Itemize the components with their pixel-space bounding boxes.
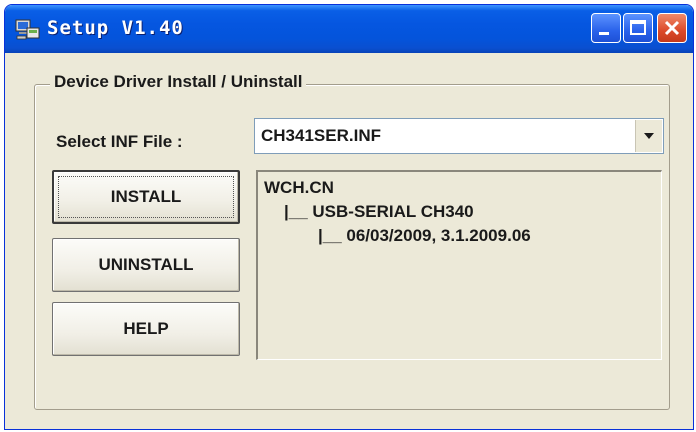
tree-device: |__ USB-SERIAL CH340 [284, 202, 474, 221]
setup-computer-icon [15, 17, 41, 41]
tree-vendor: WCH.CN [264, 178, 334, 197]
chevron-down-icon [644, 133, 654, 139]
minimize-button[interactable] [591, 13, 621, 43]
uninstall-button[interactable]: UNINSTALL [52, 238, 240, 292]
close-icon [664, 20, 680, 36]
tree-driver-version: |__ 06/03/2009, 3.1.2009.06 [318, 226, 531, 245]
maximize-icon [630, 20, 646, 35]
window-title: Setup V1.40 [47, 17, 184, 39]
title-bar[interactable]: Setup V1.40 [5, 5, 693, 53]
minimize-icon [599, 32, 609, 35]
select-inf-label: Select INF File : [56, 132, 183, 151]
help-button[interactable]: HELP [52, 302, 240, 356]
inf-file-dropdown[interactable]: CH341SER.INF [254, 118, 664, 154]
maximize-button[interactable] [623, 13, 653, 43]
groupbox-legend: Device Driver Install / Uninstall [50, 72, 307, 92]
close-button[interactable] [657, 13, 687, 43]
inf-file-value: CH341SER.INF [261, 126, 381, 145]
driver-info-tree[interactable]: WCH.CN |__ USB-SERIAL CH340 |__ 06/03/20… [256, 170, 662, 360]
install-button[interactable]: INSTALL [52, 170, 240, 224]
dropdown-arrow-button[interactable] [635, 120, 662, 152]
